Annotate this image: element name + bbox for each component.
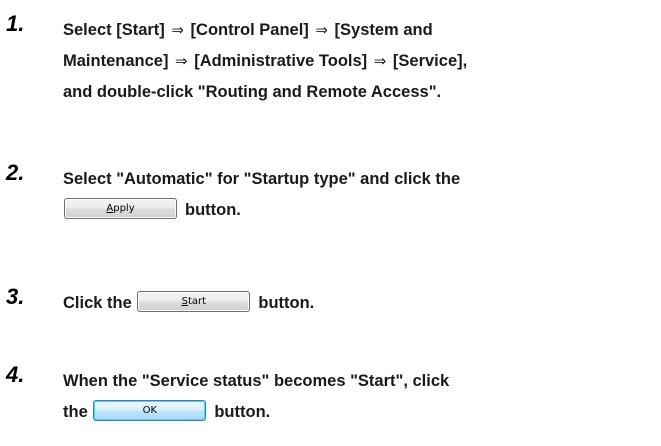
- step-number: 3.: [6, 284, 25, 309]
- step-instruction: Select [Start] ⇒ [Control Panel] ⇒ [Syst…: [63, 15, 653, 108]
- instruction-line: When the "Service status" becomes "Start…: [63, 372, 450, 390]
- start-button[interactable]: Start: [137, 291, 251, 313]
- right-arrow-icon: ⇒: [171, 21, 184, 39]
- step-instruction: When the "Service status" becomes "Start…: [63, 366, 653, 428]
- instruction-line: Select [Start] ⇒ [Control Panel] ⇒ [Syst…: [63, 21, 433, 39]
- instruction-line: Maintenance] ⇒ [Administrative Tools] ⇒ …: [63, 52, 468, 70]
- instruction-line: Apply button.: [63, 195, 653, 226]
- apply-button[interactable]: Apply: [64, 198, 177, 220]
- instruction-line: the OK button.: [63, 397, 653, 428]
- right-arrow-icon: ⇒: [373, 52, 387, 70]
- step-instruction: Select "Automatic" for "Startup type" an…: [63, 164, 653, 226]
- step-number: 2.: [6, 160, 25, 185]
- ok-button[interactable]: OK: [93, 400, 207, 422]
- step-number: 1.: [6, 11, 25, 36]
- step-number: 4.: [6, 362, 25, 387]
- instruction-line: Select "Automatic" for "Startup type" an…: [63, 170, 461, 188]
- step-instruction: Click the Start button.: [63, 288, 653, 319]
- instruction-line: Click the Start button.: [63, 288, 653, 319]
- right-arrow-icon: ⇒: [315, 21, 328, 39]
- right-arrow-icon: ⇒: [175, 52, 188, 70]
- instruction-line: and double-click "Routing and Remote Acc…: [63, 83, 442, 101]
